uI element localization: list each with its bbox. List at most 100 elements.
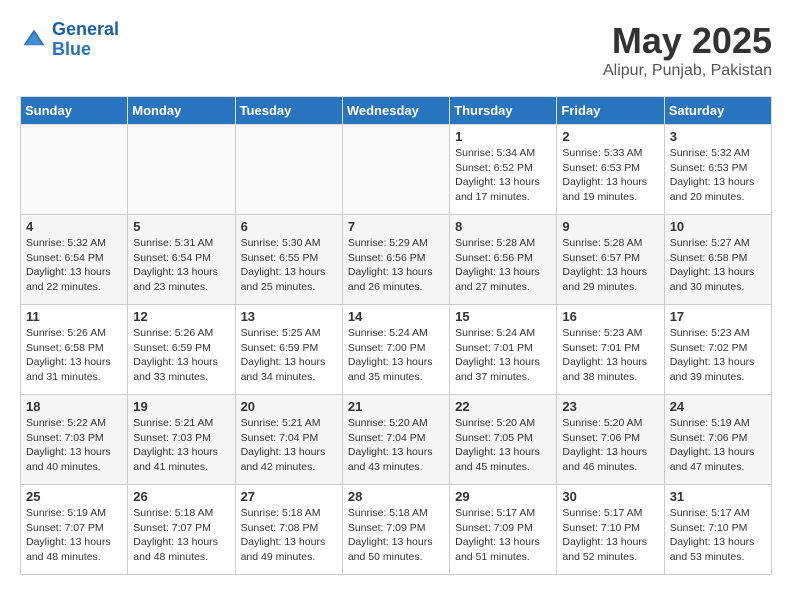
day-number: 19 [133, 399, 229, 414]
title-block: May 2025 Alipur, Punjab, Pakistan [603, 20, 772, 80]
day-detail: Sunrise: 5:24 AM Sunset: 7:01 PM Dayligh… [455, 326, 551, 385]
week-row-1: 4 Sunrise: 5:32 AM Sunset: 6:54 PM Daylig… [21, 215, 772, 305]
day-number: 5 [133, 219, 229, 234]
day-detail: Sunrise: 5:32 AM Sunset: 6:54 PM Dayligh… [26, 236, 122, 295]
header-cell-thursday: Thursday [450, 97, 557, 125]
day-cell: 11 Sunrise: 5:26 AM Sunset: 6:58 PM Dayli… [21, 305, 128, 395]
day-detail: Sunrise: 5:20 AM Sunset: 7:05 PM Dayligh… [455, 416, 551, 475]
day-number: 13 [241, 309, 337, 324]
day-cell: 12 Sunrise: 5:26 AM Sunset: 6:59 PM Dayli… [128, 305, 235, 395]
day-number: 23 [562, 399, 658, 414]
page-header: General Blue May 2025 Alipur, Punjab, Pa… [20, 20, 772, 80]
day-number: 7 [348, 219, 444, 234]
day-cell: 20 Sunrise: 5:21 AM Sunset: 7:04 PM Dayli… [235, 395, 342, 485]
day-detail: Sunrise: 5:20 AM Sunset: 7:06 PM Dayligh… [562, 416, 658, 475]
day-number: 15 [455, 309, 551, 324]
day-cell: 23 Sunrise: 5:20 AM Sunset: 7:06 PM Dayli… [557, 395, 664, 485]
day-detail: Sunrise: 5:21 AM Sunset: 7:03 PM Dayligh… [133, 416, 229, 475]
day-cell: 5 Sunrise: 5:31 AM Sunset: 6:54 PM Daylig… [128, 215, 235, 305]
header-cell-sunday: Sunday [21, 97, 128, 125]
day-number: 27 [241, 489, 337, 504]
day-cell: 13 Sunrise: 5:25 AM Sunset: 6:59 PM Dayli… [235, 305, 342, 395]
day-cell: 16 Sunrise: 5:23 AM Sunset: 7:01 PM Dayli… [557, 305, 664, 395]
day-cell: 30 Sunrise: 5:17 AM Sunset: 7:10 PM Dayli… [557, 485, 664, 575]
day-cell: 15 Sunrise: 5:24 AM Sunset: 7:01 PM Dayli… [450, 305, 557, 395]
day-number: 17 [670, 309, 766, 324]
week-row-0: 1Sunrise: 5:34 AM Sunset: 6:52 PM Daylig… [21, 125, 772, 215]
day-number: 18 [26, 399, 122, 414]
day-cell: 2Sunrise: 5:33 AM Sunset: 6:53 PM Daylig… [557, 125, 664, 215]
week-row-4: 25 Sunrise: 5:19 AM Sunset: 7:07 PM Dayli… [21, 485, 772, 575]
day-cell: 4 Sunrise: 5:32 AM Sunset: 6:54 PM Daylig… [21, 215, 128, 305]
calendar-body: 1Sunrise: 5:34 AM Sunset: 6:52 PM Daylig… [21, 125, 772, 575]
day-cell: 9 Sunrise: 5:28 AM Sunset: 6:57 PM Daylig… [557, 215, 664, 305]
day-detail: Sunrise: 5:30 AM Sunset: 6:55 PM Dayligh… [241, 236, 337, 295]
day-number: 22 [455, 399, 551, 414]
day-detail: Sunrise: 5:23 AM Sunset: 7:02 PM Dayligh… [670, 326, 766, 385]
day-number: 21 [348, 399, 444, 414]
day-cell: 21Sunrise: 5:20 AM Sunset: 7:04 PM Dayli… [342, 395, 449, 485]
logo-line1: General [52, 19, 119, 39]
day-number: 25 [26, 489, 122, 504]
day-detail: Sunrise: 5:23 AM Sunset: 7:01 PM Dayligh… [562, 326, 658, 385]
day-detail: Sunrise: 5:34 AM Sunset: 6:52 PM Dayligh… [455, 146, 551, 205]
day-cell [21, 125, 128, 215]
header-row: SundayMondayTuesdayWednesdayThursdayFrid… [21, 97, 772, 125]
header-cell-saturday: Saturday [664, 97, 771, 125]
day-cell: 25 Sunrise: 5:19 AM Sunset: 7:07 PM Dayli… [21, 485, 128, 575]
day-detail: Sunrise: 5:19 AM Sunset: 7:06 PM Dayligh… [670, 416, 766, 475]
day-cell: 18 Sunrise: 5:22 AM Sunset: 7:03 PM Dayli… [21, 395, 128, 485]
header-cell-monday: Monday [128, 97, 235, 125]
day-number: 8 [455, 219, 551, 234]
day-detail: Sunrise: 5:18 AM Sunset: 7:08 PM Dayligh… [241, 506, 337, 565]
day-cell: 22 Sunrise: 5:20 AM Sunset: 7:05 PM Dayli… [450, 395, 557, 485]
day-number: 28 [348, 489, 444, 504]
day-cell [342, 125, 449, 215]
day-number: 20 [241, 399, 337, 414]
day-detail: Sunrise: 5:29 AM Sunset: 6:56 PM Dayligh… [348, 236, 444, 295]
day-number: 4 [26, 219, 122, 234]
day-number: 31 [670, 489, 766, 504]
logo-icon [20, 26, 48, 54]
day-detail: Sunrise: 5:28 AM Sunset: 6:56 PM Dayligh… [455, 236, 551, 295]
day-cell: 24Sunrise: 5:19 AM Sunset: 7:06 PM Dayli… [664, 395, 771, 485]
day-cell: 10Sunrise: 5:27 AM Sunset: 6:58 PM Dayli… [664, 215, 771, 305]
day-detail: Sunrise: 5:19 AM Sunset: 7:07 PM Dayligh… [26, 506, 122, 565]
day-cell: 7 Sunrise: 5:29 AM Sunset: 6:56 PM Daylig… [342, 215, 449, 305]
day-number: 3 [670, 129, 766, 144]
header-cell-tuesday: Tuesday [235, 97, 342, 125]
day-number: 10 [670, 219, 766, 234]
day-cell: 14Sunrise: 5:24 AM Sunset: 7:00 PM Dayli… [342, 305, 449, 395]
day-cell: 8 Sunrise: 5:28 AM Sunset: 6:56 PM Daylig… [450, 215, 557, 305]
week-row-2: 11 Sunrise: 5:26 AM Sunset: 6:58 PM Dayli… [21, 305, 772, 395]
calendar-table: SundayMondayTuesdayWednesdayThursdayFrid… [20, 96, 772, 575]
day-detail: Sunrise: 5:24 AM Sunset: 7:00 PM Dayligh… [348, 326, 444, 385]
day-number: 11 [26, 309, 122, 324]
day-number: 9 [562, 219, 658, 234]
day-cell: 26Sunrise: 5:18 AM Sunset: 7:07 PM Dayli… [128, 485, 235, 575]
calendar-header: SundayMondayTuesdayWednesdayThursdayFrid… [21, 97, 772, 125]
day-cell: 31 Sunrise: 5:17 AM Sunset: 7:10 PM Dayli… [664, 485, 771, 575]
day-detail: Sunrise: 5:17 AM Sunset: 7:10 PM Dayligh… [670, 506, 766, 565]
day-detail: Sunrise: 5:17 AM Sunset: 7:10 PM Dayligh… [562, 506, 658, 565]
day-number: 26 [133, 489, 229, 504]
day-detail: Sunrise: 5:21 AM Sunset: 7:04 PM Dayligh… [241, 416, 337, 475]
day-detail: Sunrise: 5:25 AM Sunset: 6:59 PM Dayligh… [241, 326, 337, 385]
day-detail: Sunrise: 5:31 AM Sunset: 6:54 PM Dayligh… [133, 236, 229, 295]
day-number: 30 [562, 489, 658, 504]
day-detail: Sunrise: 5:26 AM Sunset: 6:58 PM Dayligh… [26, 326, 122, 385]
logo: General Blue [20, 20, 119, 60]
day-cell [128, 125, 235, 215]
day-detail: Sunrise: 5:22 AM Sunset: 7:03 PM Dayligh… [26, 416, 122, 475]
day-detail: Sunrise: 5:17 AM Sunset: 7:09 PM Dayligh… [455, 506, 551, 565]
day-cell [235, 125, 342, 215]
logo-line2: Blue [52, 39, 91, 59]
header-cell-friday: Friday [557, 97, 664, 125]
day-detail: Sunrise: 5:33 AM Sunset: 6:53 PM Dayligh… [562, 146, 658, 205]
day-detail: Sunrise: 5:28 AM Sunset: 6:57 PM Dayligh… [562, 236, 658, 295]
day-cell: 28Sunrise: 5:18 AM Sunset: 7:09 PM Dayli… [342, 485, 449, 575]
page-title: May 2025 [603, 20, 772, 62]
day-number: 12 [133, 309, 229, 324]
day-detail: Sunrise: 5:26 AM Sunset: 6:59 PM Dayligh… [133, 326, 229, 385]
day-number: 16 [562, 309, 658, 324]
